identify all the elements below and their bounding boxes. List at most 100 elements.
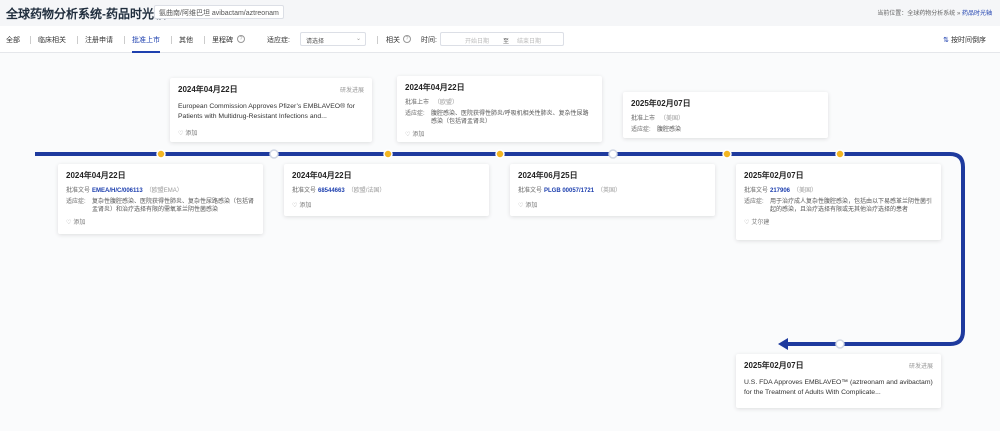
tab-divider [124,36,125,44]
approval-region: （英国） [597,188,622,194]
event-date: 2024年04月22日 [292,171,352,180]
event-date: 2024年06月25日 [518,171,578,180]
favorite-label: 添加 [299,203,312,209]
approval-label: 批准上市 [405,100,430,106]
indication-label: 适应症: [631,127,651,133]
indication-text: 复杂性腹腔感染、医院获得性肺炎、复杂性尿路感染（包括肾盂肾炎）和治疗选择有限的需… [92,199,255,213]
indication-text: 腹腔感染、医院获得性肺炎/呼吸机相关性肺炎、复杂性尿路感染（包括肾盂肾炎） [431,111,589,125]
favorite-button[interactable]: ♡ 添加 [66,217,255,226]
event-card-approval[interactable]: 2024年06月25日 批准文号 PLGB 00057/1721 （英国） ♡ 添加 [510,164,715,216]
heart-icon: ♡ [744,220,750,226]
tab-divider [204,36,205,44]
related-label: 相关 [386,37,400,44]
favorite-label: 添加 [412,132,425,138]
breadcrumb-prefix: 当前位置： [877,11,908,17]
event-news-title[interactable]: European Commission Approves Pfizer’s EM… [178,102,364,122]
approval-label: 批准上市 [631,116,656,122]
approval-number-label: 批准文号 [66,188,91,194]
event-card-approval[interactable]: 2024年04月22日 批准文号 EMEA/H/C/006113 （欧盟EMA） 适… [58,164,263,234]
approval-region: （欧盟EMA） [145,188,183,194]
date-start-input[interactable]: 开始日期 [465,36,489,45]
approval-region: （欧盟/法国） [347,188,386,194]
indication-select-value: 请选择 [306,39,325,45]
approval-region: （欧盟） [434,100,459,106]
heart-icon: ♡ [292,203,298,209]
event-card-approval[interactable]: 2025年02月07日 批准上市 （美国） 适应症: 腹腔感染 [623,92,828,138]
approval-number-link[interactable]: EMEA/H/C/006113 [92,187,143,195]
indication-text: 用于治疗成人复杂性腹腔感染，包括由以下易感革兰阴性菌引起的感染，且治疗选择有限或… [770,199,933,213]
favorite-label: 添加 [73,220,86,226]
date-range-picker[interactable]: 开始日期 至 结束日期 [440,32,564,46]
event-card-approval[interactable]: 2024年04月22日 批准上市 （欧盟） 适应症: 腹腔感染、医院获得性肺炎/呼吸… [397,76,602,142]
timeline-marker [383,149,393,159]
event-type-badge: 研发进展 [908,364,933,370]
favorite-label: 艾尔建 [751,220,770,226]
favorite-button[interactable]: ♡ 添加 [178,128,364,137]
event-date: 2024年04月22日 [178,85,238,94]
timeline-arrowhead [778,338,788,350]
breadcrumb-link[interactable]: 全球药物分析系统 [907,11,955,17]
event-card-news[interactable]: 2024年04月22日 研发进展 European Commission App… [170,78,372,142]
favorite-label: 添加 [525,203,538,209]
date-end-input[interactable]: 结束日期 [517,36,541,45]
help-circle-icon[interactable]: ? [237,35,245,43]
timeline-marker [269,149,279,159]
event-date: 2025年02月07日 [744,171,804,180]
heart-icon: ♡ [178,131,184,137]
timeline-marker [608,149,618,159]
favorite-button[interactable]: ♡ 添加 [405,129,594,138]
approval-region: （美国） [660,116,685,122]
sort-icon: ⇅ [943,37,949,44]
favorite-button[interactable]: ♡ 添加 [518,200,707,209]
timeline-marker [835,339,845,349]
event-card-approval[interactable]: 2025年02月07日 批准文号 217906 （美国） 适应症: 用于治疗成人复杂性… [736,164,941,240]
event-card-approval[interactable]: 2024年04月22日 批准文号 68544663 （欧盟/法国） ♡ 添加 [284,164,489,216]
event-date: 2024年04月22日 [66,171,126,180]
event-date: 2025年02月07日 [744,361,804,370]
approval-number-label: 批准文号 [518,188,543,194]
indication-select[interactable]: 请选择 ⌄ [300,32,366,46]
favorite-button[interactable]: ♡ 艾尔建 [744,217,933,226]
timeline-marker [156,149,166,159]
tab-registration[interactable]: 注册申请 [85,35,113,45]
chevron-down-icon: ⌄ [355,36,361,42]
approval-number-label: 批准文号 [744,188,769,194]
event-date: 2025年02月07日 [631,99,691,108]
event-news-title[interactable]: U.S. FDA Approves EMBLAVEO™ (aztreonam a… [744,378,933,398]
tab-all[interactable]: 全部 [6,35,20,45]
timeline-marker [495,149,505,159]
tab-approved[interactable]: 批准上市 [132,35,160,53]
breadcrumb-current: 药品时光轴 [961,11,992,17]
heart-icon: ♡ [518,203,524,209]
indication-label: 适应症: [66,199,86,205]
tab-divider [77,36,78,44]
timeline-area: 2024年04月22日 研发进展 European Commission App… [0,53,1000,431]
heart-icon: ♡ [405,132,411,138]
time-filter-label: 时间: [421,37,437,44]
approval-number-label: 批准文号 [292,188,317,194]
timeline-marker [835,149,845,159]
date-range-separator: 至 [503,39,510,45]
breadcrumb: 当前位置：全球药物分析系统 » 药品时光轴 [877,8,992,17]
approval-number-link[interactable]: 68544663 [318,187,345,195]
drug-tag[interactable]: 氨曲南/阿维巴坦 avibactam/aztreonam [154,5,284,19]
filter-toolbar: 全部 临床相关 注册申请 批准上市 其他 里程碑 ? 适应症: 请选择 ⌄ 相关… [0,26,1000,53]
tab-clinical[interactable]: 临床相关 [38,35,66,45]
timeline-marker [722,149,732,159]
indication-label: 适应症: [405,111,425,117]
help-circle-icon[interactable]: ? [403,35,411,43]
tab-other[interactable]: 其他 [179,35,193,45]
breadcrumb-separator: » [956,11,961,17]
approval-region: （美国） [793,188,818,194]
event-card-news[interactable]: 2025年02月07日 研发进展 U.S. FDA Approves EMBLA… [736,354,941,408]
favorite-label: 添加 [185,131,198,137]
indication-label: 适应症: [744,199,764,205]
favorite-button[interactable]: ♡ 添加 [292,200,481,209]
tab-milestone[interactable]: 里程碑 [212,35,233,45]
tab-divider [30,36,31,44]
approval-number-link[interactable]: PLGB 00057/1721 [544,187,594,195]
sort-toggle-button[interactable]: ⇅ 按时间倒序 [943,32,986,46]
approval-number-link[interactable]: 217906 [770,187,790,195]
page-title: 全球药物分析系统-药品时光轴 [6,7,166,21]
app-header: 全球药物分析系统-药品时光轴 氨曲南/阿维巴坦 avibactam/aztreo… [0,0,1000,26]
